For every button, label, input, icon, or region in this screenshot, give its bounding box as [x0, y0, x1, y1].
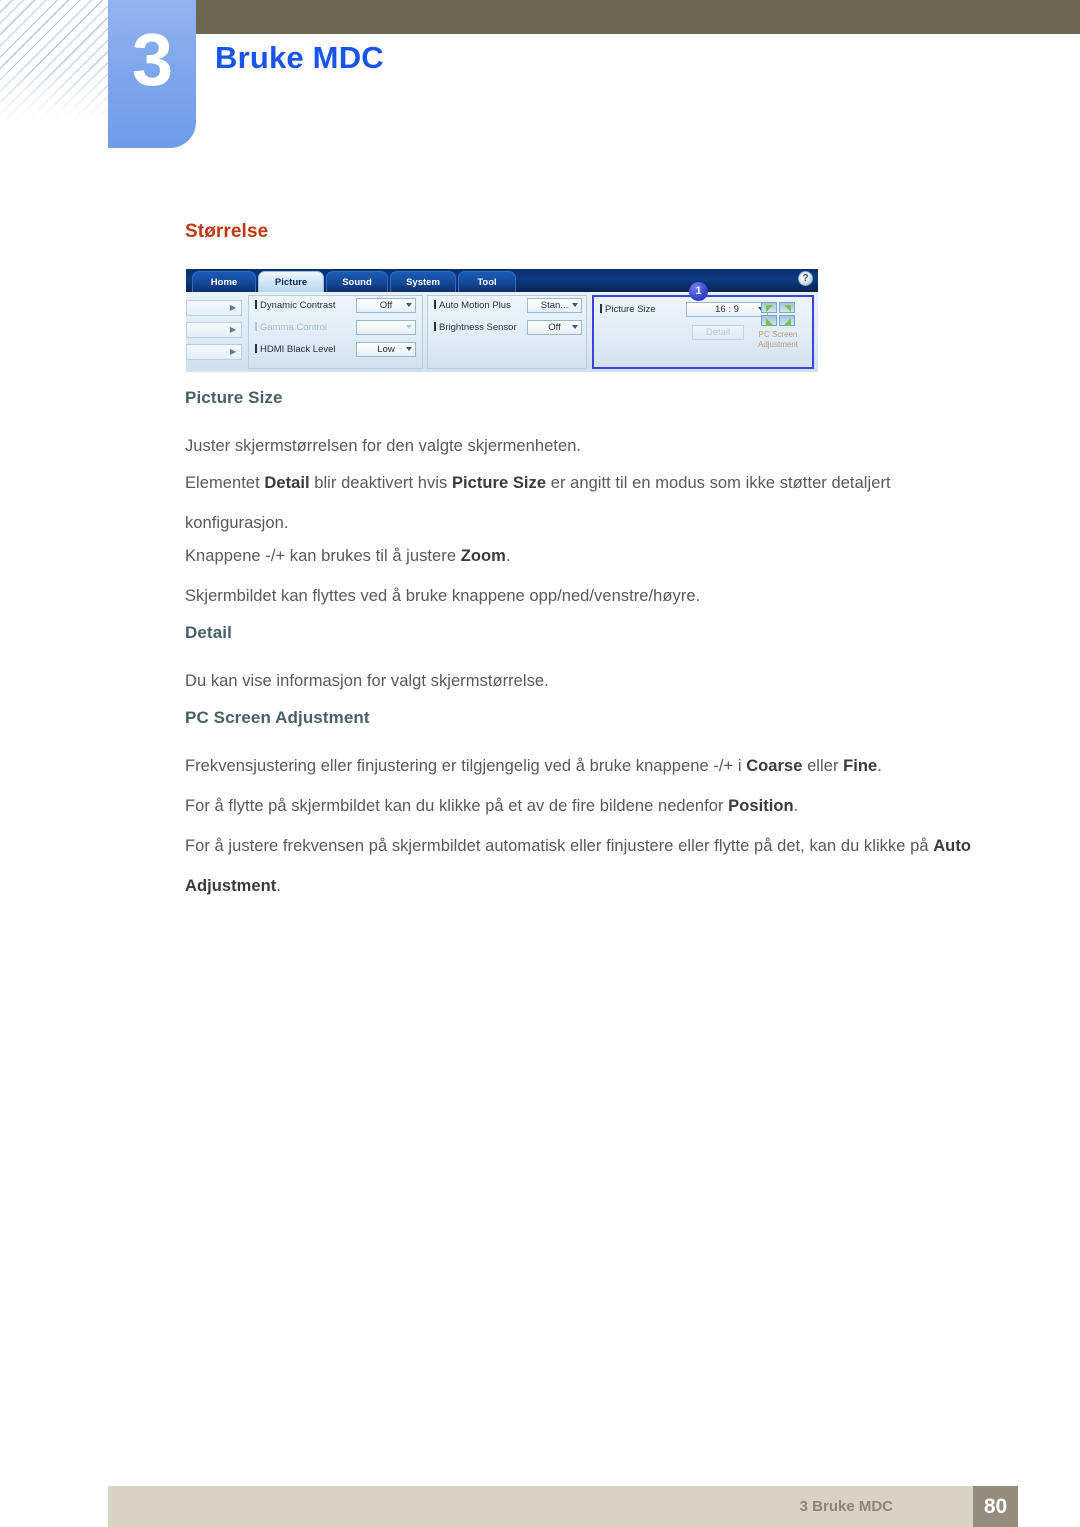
- mdc-content-area: ▶ ▶ ▶ Dynamic Contrast Off Gamma Control…: [186, 292, 818, 372]
- chapter-number: 3: [131, 18, 173, 101]
- combo-gamma-control[interactable]: [356, 320, 416, 335]
- panel-picture-middle: Auto Motion Plus Stan... Brightness Sens…: [427, 295, 587, 369]
- panel-picture-size: Picture Size 16 : 9 Detail ◤ ◥ ◣ ◢ PC Sc…: [592, 295, 814, 369]
- page-number: 80: [973, 1486, 1018, 1527]
- document-page: 3 Bruke MDC Størrelse Home Picture Sound…: [0, 0, 1080, 1527]
- paragraph-picture-size-intro: Juster skjermstørrelsen for den valgte s…: [185, 426, 997, 466]
- p2-bold-detail: Detail: [264, 474, 310, 492]
- section-heading: Størrelse: [185, 221, 269, 242]
- chevron-down-icon: [406, 303, 412, 307]
- help-icon[interactable]: ?: [798, 271, 813, 286]
- pc-screen-adjustment-caption: PC Screen Adjustment: [757, 330, 799, 349]
- p5-text: Du kan vise informasjon for valgt skjerm…: [185, 672, 549, 690]
- pc-screen-adjustment-grid[interactable]: ◤ ◥ ◣ ◢: [761, 302, 795, 326]
- p6-part-d: .: [877, 757, 882, 775]
- sidebar-stub-row-1[interactable]: ▶: [186, 300, 242, 316]
- tab-sound[interactable]: Sound: [326, 271, 388, 292]
- panel-picture-left: Dynamic Contrast Off Gamma Control HDMI …: [248, 295, 423, 369]
- subheading-detail: Detail: [185, 623, 232, 642]
- chevron-down-icon: [572, 303, 578, 307]
- p2-part-a: Elementet: [185, 474, 265, 492]
- paragraph-auto-adjustment: For å justere frekvensen på skjermbildet…: [185, 826, 997, 906]
- tab-tool[interactable]: Tool: [458, 271, 516, 292]
- label-picture-size: Picture Size: [600, 304, 656, 315]
- page-title: Bruke MDC: [215, 40, 384, 75]
- chevron-down-icon: [572, 325, 578, 329]
- mdc-app-screenshot: Home Picture Sound System Tool ? ▶ ▶ ▶ D…: [186, 269, 818, 372]
- p1-text: Juster skjermstørrelsen for den valgte s…: [185, 437, 582, 455]
- label-dynamic-contrast: Dynamic Contrast: [255, 300, 336, 311]
- chevron-down-icon: [406, 347, 412, 351]
- label-gamma-control: Gamma Control: [255, 322, 327, 333]
- chevron-right-icon: ▶: [229, 303, 237, 312]
- tab-picture[interactable]: Picture: [258, 271, 324, 292]
- paragraph-move-screen: Skjermbildet kan flyttes ved å bruke kna…: [185, 576, 997, 616]
- position-bottom-left-icon[interactable]: ◣: [761, 315, 777, 326]
- p4-text: Skjermbildet kan flyttes ved å bruke kna…: [185, 587, 701, 605]
- p3-part-a: Knappene -/+ kan brukes til å justere: [185, 547, 461, 565]
- mdc-tab-bar: Home Picture Sound System Tool ?: [186, 269, 818, 292]
- detail-button[interactable]: Detail: [692, 325, 744, 340]
- label-hdmi-black-level: HDMI Black Level: [255, 344, 336, 355]
- subheading-pc-screen-adjustment: PC Screen Adjustment: [185, 708, 370, 727]
- p2-part-c: blir deaktivert hvis: [309, 474, 452, 492]
- paragraph-position: For å flytte på skjermbildet kan du klik…: [185, 786, 997, 826]
- header-olive-band: [195, 0, 1080, 34]
- tab-home[interactable]: Home: [192, 271, 256, 292]
- p6-bold-fine: Fine: [843, 757, 878, 775]
- position-bottom-right-icon[interactable]: ◢: [779, 315, 795, 326]
- paragraph-detail-info: Du kan vise informasjon for valgt skjerm…: [185, 661, 997, 701]
- p3-part-c: .: [505, 547, 511, 565]
- paragraph-zoom-buttons: Knappene -/+ kan brukes til å justere Zo…: [185, 536, 997, 576]
- p3-bold-zoom: Zoom: [460, 547, 506, 565]
- label-brightness-sensor: Brightness Sensor: [434, 322, 517, 333]
- p8-part-a: For å justere frekvensen på skjermbildet…: [185, 837, 934, 855]
- p7-part-c: .: [793, 797, 799, 815]
- combo-dynamic-contrast[interactable]: Off: [356, 298, 416, 313]
- subheading-picture-size: Picture Size: [185, 388, 283, 407]
- paragraph-coarse-fine: Frekvensjustering eller finjustering er …: [185, 746, 997, 786]
- combo-hdmi-black-level[interactable]: Low: [356, 342, 416, 357]
- p6-bold-coarse: Coarse: [746, 757, 803, 775]
- sidebar-stub-row-3[interactable]: ▶: [186, 344, 242, 360]
- footer-label: 3 Bruke MDC: [799, 1498, 893, 1515]
- combo-auto-motion-plus[interactable]: Stan...: [527, 298, 582, 313]
- paragraph-detail-disabled: Elementet Detail blir deaktivert hvis Pi…: [185, 463, 997, 543]
- chevron-right-icon: ▶: [229, 347, 237, 356]
- sidebar-stub-row-2[interactable]: ▶: [186, 322, 242, 338]
- chevron-down-icon: [406, 325, 412, 329]
- p7-bold-position: Position: [728, 797, 794, 815]
- p6-part-a: Frekvensjustering eller finjustering er …: [185, 757, 747, 775]
- p6-part-c: eller: [802, 757, 844, 775]
- header-hatch-decoration: [0, 0, 108, 120]
- callout-badge-1: 1: [689, 282, 708, 301]
- p7-part-a: For å flytte på skjermbildet kan du klik…: [185, 797, 729, 815]
- p8-part-c: .: [276, 877, 281, 895]
- p2-bold-picture-size: Picture Size: [451, 474, 547, 492]
- tab-system[interactable]: System: [390, 271, 456, 292]
- combo-brightness-sensor[interactable]: Off: [527, 320, 582, 335]
- chevron-right-icon: ▶: [229, 325, 237, 334]
- label-auto-motion-plus: Auto Motion Plus: [434, 300, 511, 311]
- combo-picture-size[interactable]: 16 : 9: [686, 302, 768, 317]
- position-top-right-icon[interactable]: ◥: [779, 302, 795, 313]
- position-top-left-icon[interactable]: ◤: [761, 302, 777, 313]
